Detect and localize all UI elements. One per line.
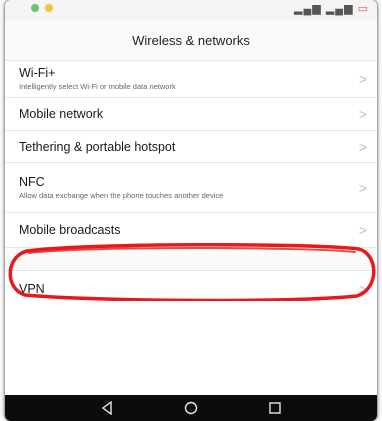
status-icons: ▂▄▆ ▂▄▆ ▭ [294, 2, 369, 15]
settings-item-title: VPN [19, 282, 45, 296]
settings-item-title: Tethering & portable hotspot [19, 139, 176, 154]
chevron-right-icon: > [358, 222, 367, 238]
settings-item-title: Wi-Fi+ [19, 66, 56, 80]
settings-item-subtitle: Intelligently select Wi-Fi or mobile dat… [19, 82, 176, 91]
chevron-right-icon: > [358, 281, 367, 297]
settings-item-vpn[interactable]: VPN > [5, 271, 377, 307]
settings-item-mobile-broadcasts[interactable]: Mobile broadcasts > [5, 213, 377, 248]
status-dots [31, 4, 53, 12]
navigation-bar [5, 395, 377, 421]
circle-home-icon[interactable] [179, 398, 203, 418]
settings-item-mobile-network[interactable]: Mobile network > [5, 98, 377, 131]
settings-item-title: Mobile network [19, 107, 104, 121]
chevron-right-icon: > [358, 179, 367, 196]
chevron-right-icon: > [358, 106, 367, 122]
battery-icon: ▭ [357, 3, 369, 15]
settings-item-subtitle: Allow data exchange when the phone touch… [19, 191, 224, 200]
settings-item-title: NFC [19, 175, 45, 189]
status-bar: ▂▄▆ ▂▄▆ ▭ [5, 0, 377, 20]
chevron-right-icon: > [358, 70, 367, 87]
page-title: Wireless & networks [5, 20, 377, 61]
settings-item-wifi-plus[interactable]: Wi-Fi+ Intelligently select Wi-Fi or mob… [5, 60, 377, 98]
signal-icon-2: ▂▄▆ [325, 3, 354, 15]
triangle-back-icon[interactable] [95, 398, 119, 418]
settings-list: Wi-Fi+ Intelligently select Wi-Fi or mob… [5, 60, 377, 307]
phone-screen: ▂▄▆ ▂▄▆ ▭ Wireless & networks Wi-Fi+ Int… [5, 0, 377, 421]
settings-item-nfc[interactable]: NFC Allow data exchange when the phone t… [5, 163, 377, 213]
yellow-dot-icon [45, 4, 53, 12]
settings-item-title: Mobile broadcasts [19, 223, 121, 237]
square-recents-icon[interactable] [263, 398, 287, 418]
section-divider [5, 248, 377, 271]
chevron-right-icon: > [358, 138, 367, 155]
settings-item-tethering[interactable]: Tethering & portable hotspot > [5, 131, 377, 163]
green-dot-icon [31, 4, 39, 12]
signal-icon: ▂▄▆ [294, 3, 322, 15]
